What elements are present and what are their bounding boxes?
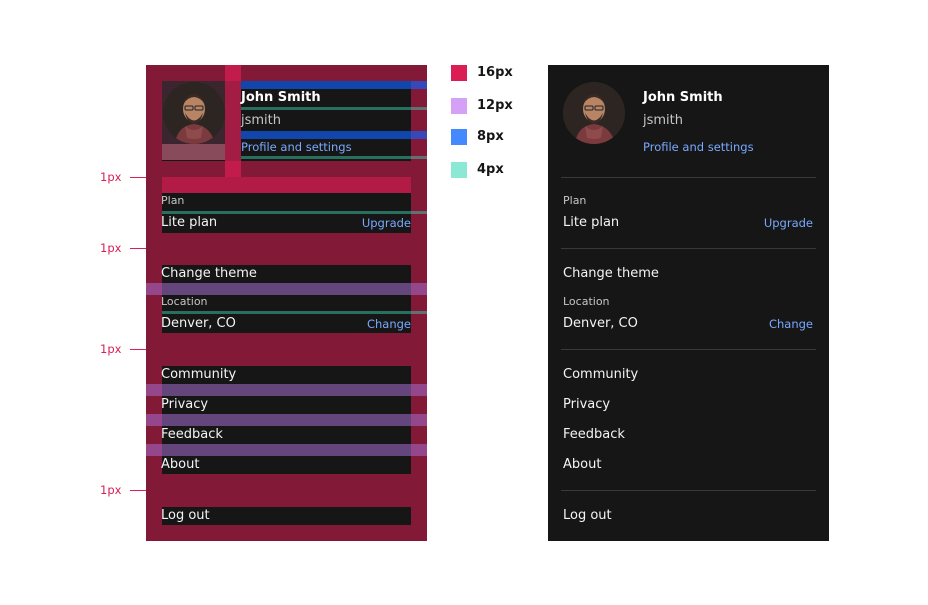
plan-label: Plan — [161, 194, 185, 207]
callout-line — [130, 349, 146, 350]
divider-callout: 1px — [100, 170, 122, 184]
menu-item-community[interactable]: Community — [563, 367, 638, 382]
spacer-12-b — [146, 384, 427, 396]
spacer-8-a — [241, 81, 427, 89]
profile-username: jsmith — [241, 113, 281, 128]
profile-name: John Smith — [241, 90, 321, 105]
upgrade-link[interactable]: Upgrade — [764, 216, 813, 230]
band-plan-bottom — [162, 233, 411, 265]
legend-label-4: 4px — [477, 162, 504, 177]
profile-settings-link[interactable]: Profile and settings — [241, 140, 352, 154]
legend-swatch-4 — [451, 162, 467, 178]
plan-label: Plan — [563, 194, 587, 207]
profile-menu-panel: John Smith jsmith Profile and settings P… — [548, 65, 829, 541]
divider-callout: 1px — [100, 241, 122, 255]
avatar-portrait-icon — [563, 82, 625, 144]
legend-swatch-16 — [451, 65, 467, 81]
legend-label-16: 16px — [477, 65, 513, 80]
change-theme-item[interactable]: Change theme — [563, 266, 659, 281]
avatar — [163, 82, 225, 144]
menu-item-about[interactable]: About — [161, 457, 199, 472]
band-top — [162, 65, 411, 81]
legend-label-12: 12px — [477, 98, 513, 113]
callout-line — [130, 248, 146, 249]
location-value: Denver, CO — [563, 316, 638, 331]
spacer-12-c — [146, 414, 427, 426]
change-location-link[interactable]: Change — [367, 317, 411, 331]
divider-callout: 1px — [100, 342, 122, 356]
spacer-4-c — [162, 211, 427, 214]
menu-item-privacy[interactable]: Privacy — [161, 397, 208, 412]
margin-left-16 — [146, 65, 162, 541]
menu-item-community[interactable]: Community — [161, 367, 236, 382]
profile-settings-link[interactable]: Profile and settings — [643, 140, 754, 154]
spacer-4-a — [241, 107, 427, 110]
menu-item-feedback[interactable]: Feedback — [563, 427, 625, 442]
location-label: Location — [563, 295, 610, 308]
plan-value: Lite plan — [563, 215, 620, 230]
logout-item[interactable]: Log out — [563, 508, 612, 523]
profile-username: jsmith — [643, 113, 683, 128]
location-label: Location — [161, 295, 208, 308]
divider — [561, 177, 816, 178]
spacing-spec-panel: John Smith jsmith Profile and settings P… — [146, 65, 427, 541]
callout-line — [130, 177, 146, 178]
band-profile-pad — [162, 177, 411, 193]
band-bottom — [162, 525, 411, 541]
spacer-4-d — [162, 311, 427, 314]
spacer-12-a — [146, 283, 427, 295]
change-theme-item[interactable]: Change theme — [161, 266, 257, 281]
divider — [561, 248, 816, 249]
divider — [561, 349, 816, 350]
avatar-portrait-icon — [163, 82, 225, 144]
spacer-4-b — [241, 156, 427, 159]
menu-item-feedback[interactable]: Feedback — [161, 427, 223, 442]
divider-callout: 1px — [100, 483, 122, 497]
avatar — [563, 82, 625, 144]
logout-item[interactable]: Log out — [161, 508, 210, 523]
legend-swatch-12 — [451, 98, 467, 114]
callout-line — [130, 490, 146, 491]
profile-name: John Smith — [643, 90, 723, 105]
avatar-bottom-space — [162, 144, 225, 160]
location-value: Denver, CO — [161, 316, 236, 331]
change-location-link[interactable]: Change — [769, 317, 813, 331]
menu-item-privacy[interactable]: Privacy — [563, 397, 610, 412]
plan-value: Lite plan — [161, 215, 218, 230]
spacer-8-b — [241, 131, 427, 139]
legend-swatch-8 — [451, 129, 467, 145]
legend-label-8: 8px — [477, 129, 504, 144]
menu-item-about[interactable]: About — [563, 457, 601, 472]
upgrade-link[interactable]: Upgrade — [362, 216, 411, 230]
spacer-12-d — [146, 444, 427, 456]
band-location-bottom — [162, 333, 411, 366]
divider — [561, 490, 816, 491]
band-links-bottom — [162, 474, 411, 507]
